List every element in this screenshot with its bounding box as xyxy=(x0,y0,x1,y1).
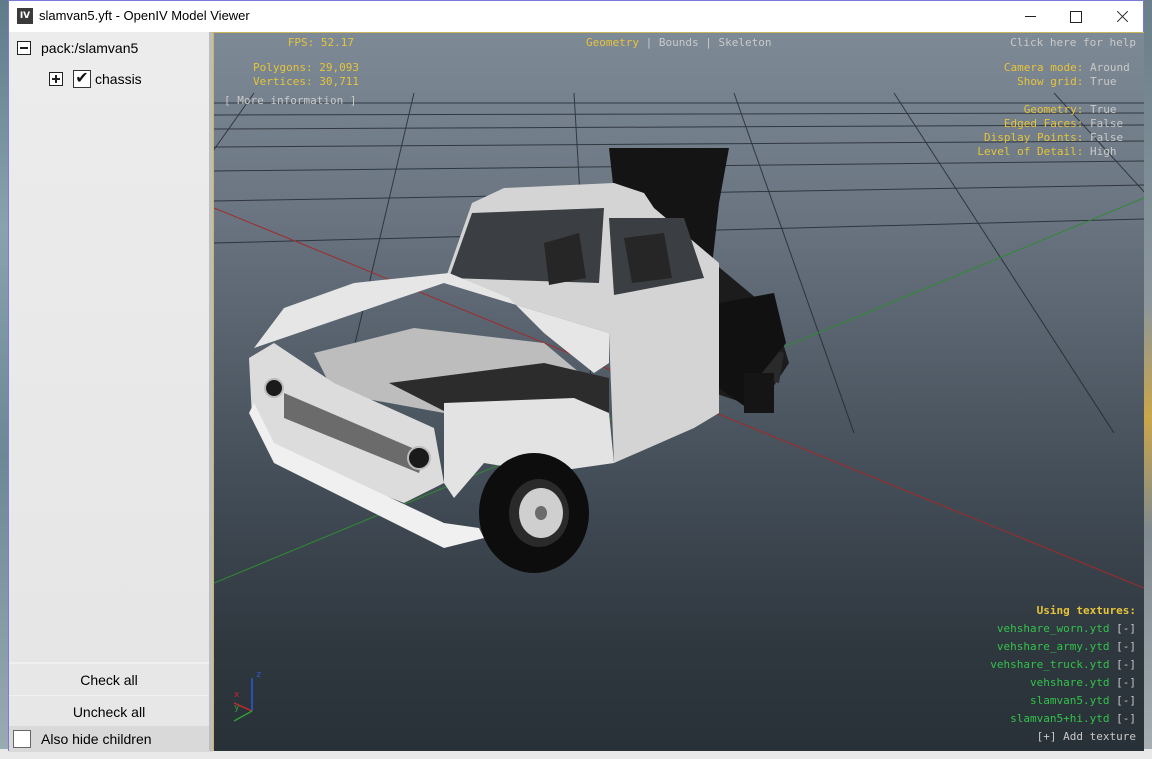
texture-name: vehshare_army.ytd xyxy=(996,640,1110,653)
setting-value: False xyxy=(1090,131,1124,144)
remove-texture-button[interactable]: [-] xyxy=(1116,640,1136,653)
fps-label: FPS: xyxy=(287,36,315,49)
tab-separator: | xyxy=(705,36,712,49)
level-of-detail-setting[interactable]: Level of Detail: High xyxy=(977,145,1134,158)
vertices-value: 30,711 xyxy=(319,75,359,88)
polygons-value: 29,093 xyxy=(319,61,359,74)
texture-name: vehshare.ytd xyxy=(1030,676,1110,689)
fps-value: 52.17 xyxy=(320,36,354,49)
texture-row: slamvan5+hi.ytd [-] xyxy=(1010,712,1136,725)
desktop-background-right xyxy=(1144,0,1152,759)
tab-separator: | xyxy=(645,36,653,49)
vertices-label: Vertices: xyxy=(253,75,313,88)
setting-label: Camera mode: xyxy=(1003,61,1084,74)
tab-geometry[interactable]: Geometry xyxy=(586,36,639,49)
tree-root-node[interactable]: pack:/slamvan5 xyxy=(17,40,138,56)
remove-texture-button[interactable]: [-] xyxy=(1116,676,1136,689)
texture-row: vehshare_truck.ytd [-] xyxy=(990,658,1136,671)
desktop-background-left xyxy=(0,0,8,759)
setting-label: Geometry: xyxy=(1023,103,1084,116)
camera-mode-setting[interactable]: Camera mode: Around xyxy=(1004,61,1134,74)
polygons-readout: Polygons: 29,093 xyxy=(234,61,359,74)
openiv-app-icon: IV xyxy=(17,8,33,24)
checkmark-icon: ✔ xyxy=(75,70,89,87)
tree-node-chassis[interactable]: ✔ chassis xyxy=(49,70,142,88)
edged-faces-setting[interactable]: Edged Faces: False xyxy=(1004,117,1134,130)
more-information-link[interactable]: [ More information ] xyxy=(224,94,356,107)
setting-value: True xyxy=(1090,103,1117,116)
texture-name: slamvan5.ytd xyxy=(1030,694,1110,707)
tab-skeleton[interactable]: Skeleton xyxy=(718,36,771,49)
texture-row: vehshare.ytd [-] xyxy=(1030,676,1136,689)
texture-row: slamvan5.ytd [-] xyxy=(1030,694,1136,707)
polygons-label: Polygons: xyxy=(253,61,313,74)
tree-root-label: pack:/slamvan5 xyxy=(41,40,139,56)
also-hide-children-checkbox[interactable] xyxy=(13,730,31,748)
minimize-icon xyxy=(1024,16,1036,17)
display-points-setting[interactable]: Display Points: False xyxy=(984,131,1134,144)
help-link[interactable]: Click here for help xyxy=(1010,36,1136,49)
setting-value: True xyxy=(1090,75,1117,88)
model-tree: pack:/slamvan5 ✔ chassis xyxy=(9,32,209,662)
texture-row: vehshare_worn.ytd [-] xyxy=(997,622,1136,635)
collapse-icon[interactable] xyxy=(17,41,31,55)
add-texture-button[interactable]: [+] Add texture xyxy=(1037,730,1136,743)
axis-z-label: z xyxy=(256,670,262,680)
texture-name: slamvan5+hi.ytd xyxy=(1010,712,1110,725)
window-title: slamvan5.yft - OpenIV Model Viewer xyxy=(39,8,250,23)
remove-texture-button[interactable]: [-] xyxy=(1116,622,1136,635)
title-bar[interactable]: IV slamvan5.yft - OpenIV Model Viewer xyxy=(9,1,1143,33)
textures-header: Using textures: xyxy=(1036,604,1136,617)
tab-bounds[interactable]: Bounds xyxy=(659,36,699,49)
close-button[interactable] xyxy=(1099,1,1145,32)
setting-value: Around xyxy=(1090,61,1130,74)
geometry-setting[interactable]: Geometry: True xyxy=(1024,103,1134,116)
truck-model xyxy=(249,148,789,573)
maximize-icon xyxy=(1070,10,1082,23)
vertices-readout: Vertices: 30,711 xyxy=(234,75,359,88)
setting-label: Edged Faces: xyxy=(1003,117,1084,130)
setting-value: High xyxy=(1090,145,1117,158)
setting-label: Display Points: xyxy=(984,131,1084,144)
setting-value: False xyxy=(1090,117,1124,130)
check-all-button[interactable]: Check all xyxy=(9,664,209,695)
setting-label: Show grid: xyxy=(1017,75,1084,88)
remove-texture-button[interactable]: [-] xyxy=(1116,658,1136,671)
axis-y-label: y xyxy=(234,703,240,713)
show-grid-setting[interactable]: Show grid: True xyxy=(1017,75,1134,88)
setting-label: Level of Detail: xyxy=(977,145,1084,158)
model-viewer-window: IV slamvan5.yft - OpenIV Model Viewer pa… xyxy=(8,0,1144,752)
axis-x-label: x xyxy=(234,690,240,700)
tree-node-label: chassis xyxy=(95,71,142,87)
close-icon xyxy=(1116,10,1129,23)
expand-icon[interactable] xyxy=(49,72,63,86)
remove-texture-button[interactable]: [-] xyxy=(1116,712,1136,725)
also-hide-children-option[interactable]: Also hide children xyxy=(9,726,213,752)
texture-name: vehshare_worn.ytd xyxy=(996,622,1110,635)
uncheck-all-button[interactable]: Uncheck all xyxy=(9,696,209,727)
minimize-button[interactable] xyxy=(1007,1,1053,32)
also-hide-children-label: Also hide children xyxy=(41,731,152,747)
3d-viewport[interactable]: FPS: 52.17 Polygons: 29,093 Vertices: 30… xyxy=(213,32,1144,751)
view-mode-tabs: Geometry | Bounds | Skeleton xyxy=(586,36,771,49)
maximize-button[interactable] xyxy=(1053,1,1099,32)
texture-name: vehshare_truck.ytd xyxy=(990,658,1110,671)
model-tree-panel: pack:/slamvan5 ✔ chassis Check all Unche… xyxy=(9,32,213,752)
fps-readout: FPS: 52.17 xyxy=(264,36,354,49)
texture-row: vehshare_army.ytd [-] xyxy=(997,640,1136,653)
remove-texture-button[interactable]: [-] xyxy=(1116,694,1136,707)
chassis-visibility-checkbox[interactable]: ✔ xyxy=(73,70,91,88)
